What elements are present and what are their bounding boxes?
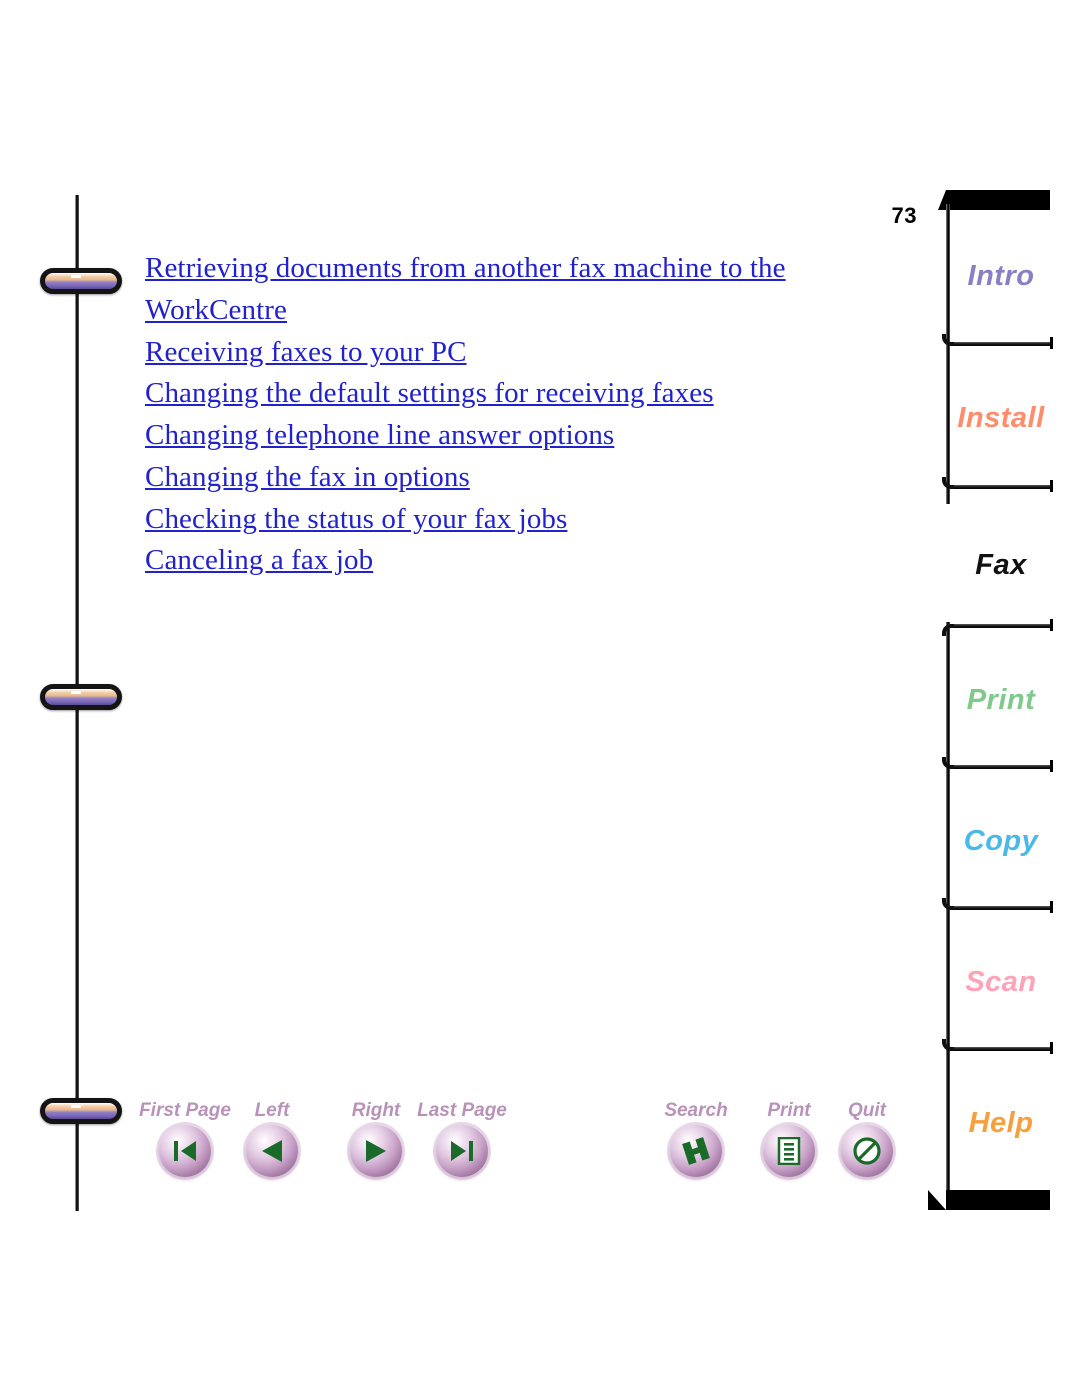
- toc-link-receiving-faxes-to-pc[interactable]: Receiving faxes to your PC: [145, 332, 870, 374]
- next-page-label: Right: [351, 1100, 401, 1121]
- tab-print-label: Print: [966, 683, 1036, 716]
- tab-intro-label: Intro: [967, 259, 1035, 292]
- quit-icon: [841, 1125, 893, 1177]
- next-page-button[interactable]: Right: [348, 1100, 404, 1177]
- print-icon: [763, 1125, 815, 1177]
- search-button[interactable]: Search: [664, 1100, 728, 1177]
- first-page-icon: [159, 1125, 211, 1177]
- toc-link-fax-in-options[interactable]: Changing the fax in options: [145, 457, 870, 499]
- toc-link-canceling-fax-job[interactable]: Canceling a fax job: [145, 540, 870, 582]
- last-page-label: Last Page: [417, 1100, 507, 1121]
- search-label: Search: [664, 1100, 728, 1121]
- tab-fax[interactable]: Fax: [946, 520, 1056, 610]
- print-button[interactable]: Print: [761, 1100, 817, 1177]
- tab-help[interactable]: Help: [946, 1059, 1056, 1187]
- tab-intro[interactable]: Intro: [946, 212, 1056, 340]
- tab-install[interactable]: Install: [946, 354, 1056, 482]
- previous-page-icon: [246, 1125, 298, 1177]
- tab-strip-top-cap: [938, 190, 1050, 210]
- next-page-icon: [350, 1125, 402, 1177]
- quit-label: Quit: [848, 1100, 886, 1121]
- tab-scan-label: Scan: [965, 965, 1037, 998]
- toc-link-default-receive-settings[interactable]: Changing the default settings for receiv…: [145, 373, 870, 415]
- toc-link-retrieving-documents[interactable]: Retrieving documents from another fax ma…: [145, 248, 870, 332]
- toc-link-telephone-answer-options[interactable]: Changing telephone line answer options: [145, 415, 870, 457]
- tab-strip-bottom-cap: [928, 1190, 1050, 1210]
- binder-ring: [40, 684, 122, 710]
- tab-install-label: Install: [957, 401, 1045, 434]
- binder-ring: [40, 268, 122, 294]
- tab-copy[interactable]: Copy: [946, 777, 1056, 905]
- table-of-contents: Retrieving documents from another fax ma…: [145, 248, 870, 582]
- first-page-button[interactable]: First Page: [139, 1100, 231, 1177]
- search-icon: [670, 1125, 722, 1177]
- tab-divider-print-top: [942, 619, 1053, 636]
- tab-divider-install: [942, 477, 1053, 492]
- tab-fax-label: Fax: [975, 548, 1027, 581]
- tab-divider-copy: [942, 898, 1053, 913]
- last-page-icon: [436, 1125, 488, 1177]
- tab-divider-print: [942, 757, 1053, 772]
- page-number: 73: [891, 203, 917, 228]
- print-label: Print: [767, 1100, 811, 1121]
- previous-page-label: Left: [254, 1100, 290, 1121]
- first-page-label: First Page: [139, 1100, 231, 1121]
- tab-copy-label: Copy: [963, 824, 1039, 857]
- last-page-button[interactable]: Last Page: [417, 1100, 507, 1177]
- previous-page-button[interactable]: Left: [244, 1100, 300, 1177]
- tab-divider-intro: [942, 334, 1053, 349]
- navigation-toolbar: First Page Left Right Last Page Search P…: [0, 1092, 920, 1192]
- quit-button[interactable]: Quit: [839, 1100, 895, 1177]
- tab-divider-scan: [942, 1039, 1053, 1054]
- tab-help-label: Help: [968, 1106, 1034, 1139]
- tab-print[interactable]: Print: [946, 636, 1056, 764]
- toc-link-fax-job-status[interactable]: Checking the status of your fax jobs: [145, 499, 870, 541]
- section-tab-strip: Intro Install Fax Print Copy Scan Help: [928, 190, 1063, 1212]
- document-page: 73 Retrieving documents from another fax…: [0, 0, 1080, 1397]
- tab-scan[interactable]: Scan: [946, 918, 1056, 1046]
